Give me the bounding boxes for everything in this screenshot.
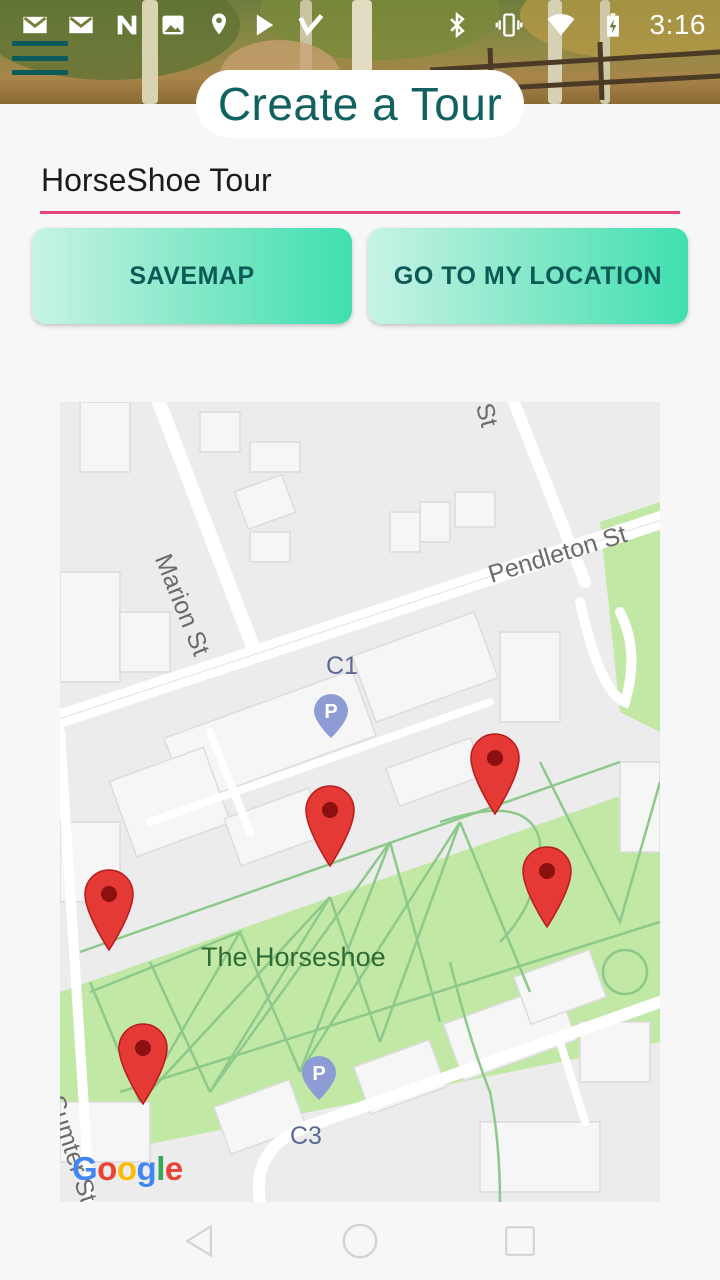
status-bar: 3:16: [0, 0, 720, 50]
park-label-horseshoe: The Horseshoe: [201, 942, 386, 972]
gmail-icon: [66, 10, 96, 40]
bluetooth-icon: [442, 10, 472, 40]
wifi-icon: [546, 10, 576, 40]
tour-marker-5[interactable]: [117, 1022, 169, 1106]
maps-icon: [204, 10, 234, 40]
n-app-icon: [112, 10, 142, 40]
parking-icon[interactable]: P: [312, 692, 350, 740]
parking-icon[interactable]: P: [300, 1054, 338, 1102]
recents-icon[interactable]: [498, 1219, 542, 1263]
status-clock: 3:16: [649, 9, 706, 40]
back-icon[interactable]: [178, 1219, 222, 1263]
svg-text:P: P: [324, 701, 337, 723]
system-navigation-bar: [0, 1202, 720, 1280]
go-to-my-location-button[interactable]: GO TO MY LOCATION: [368, 228, 688, 324]
hamburger-menu-icon[interactable]: [12, 38, 68, 78]
battery-charging-icon: [598, 10, 628, 40]
tour-marker-1[interactable]: [83, 868, 135, 952]
tour-marker-2[interactable]: [304, 784, 356, 868]
svg-text:P: P: [312, 1063, 325, 1085]
tour-name-input[interactable]: [40, 160, 680, 214]
tour-marker-4[interactable]: [521, 845, 573, 929]
map-view[interactable]: Marion St Pendleton St Sumter St St The …: [60, 402, 660, 1202]
check-app-icon: [296, 10, 326, 40]
parking-lot-label-c3: C3: [290, 1122, 322, 1150]
parking-lot-label-c1: C1: [326, 652, 358, 680]
tour-marker-3[interactable]: [469, 732, 521, 816]
google-logo: Google: [72, 1150, 183, 1187]
home-icon[interactable]: [338, 1219, 382, 1263]
play-store-icon: [250, 10, 280, 40]
gmail-icon: [20, 10, 50, 40]
page-title: Create a Tour: [196, 70, 524, 138]
save-map-button[interactable]: SAVEMAP: [32, 228, 352, 324]
image-icon: [158, 10, 188, 40]
vibrate-icon: [494, 10, 524, 40]
